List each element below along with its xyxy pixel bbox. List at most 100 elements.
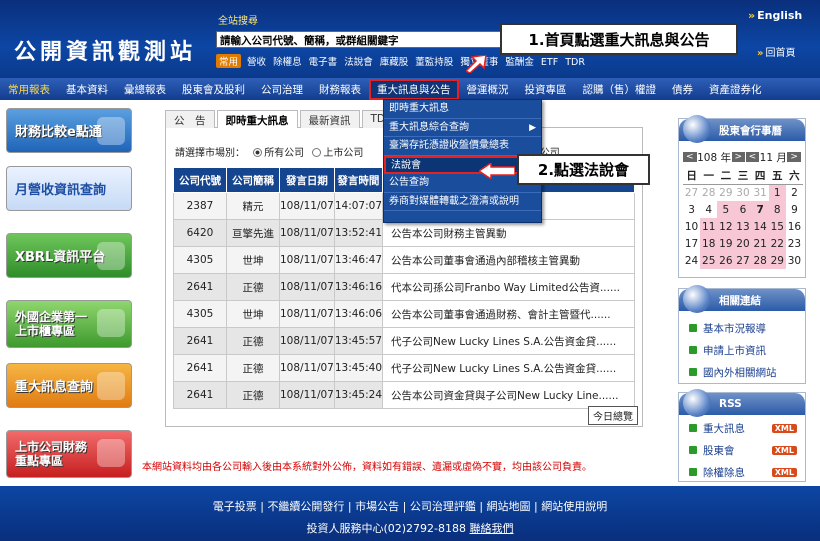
quick-link[interactable]: 營收 (247, 57, 266, 68)
prev-year-button[interactable]: < (683, 152, 697, 162)
quick-link[interactable]: ETF (541, 57, 558, 68)
table-row[interactable]: 4305 世坤 108/11/07 13:46:47 公告本公司董事會通過內部稽核主管異… (173, 246, 635, 274)
col-header: 公司代號 (173, 167, 227, 193)
calendar-day[interactable]: 6 (734, 201, 752, 218)
table-row[interactable]: 2641 正德 108/11/07 13:45:24 公告本公司資金貸與子公司New L… (173, 381, 635, 409)
subject-link[interactable]: 代子公司New Lucky Lines S.A.公告資金貸...... (382, 354, 635, 382)
nav-financial-reports[interactable]: 財務報表 (311, 82, 369, 97)
nav-operations[interactable]: 營運概況 (459, 82, 517, 97)
subject-link[interactable]: 代本公司孫公司Franbo Way Limited公告資...... (382, 273, 635, 301)
related-link[interactable]: 基本市況報導 (679, 317, 805, 339)
footer-link-sitemap[interactable]: 網站地圖 (487, 500, 531, 513)
sidebar-xbrl[interactable]: XBRL資訊平台 (6, 233, 132, 278)
quick-link[interactable]: 電子書 (309, 57, 338, 68)
quick-link[interactable]: 監酬金 (505, 57, 534, 68)
weekday: 二 (717, 167, 735, 185)
related-link[interactable]: 申請上市資訊 (679, 339, 805, 361)
calendar-day[interactable]: 14 (751, 218, 769, 235)
calendar-icon (683, 115, 711, 143)
quick-link[interactable]: 董監持股 (415, 57, 453, 68)
calendar-day[interactable]: 21 (751, 235, 769, 252)
english-link[interactable]: » English (748, 9, 802, 22)
menu-item-tdr-summary[interactable]: 臺灣存託憑證收盤價彙總表 (384, 137, 541, 156)
footer-link-discontinue[interactable]: 不繼續公開發行 (267, 500, 344, 513)
quick-link[interactable]: 除權息 (273, 57, 302, 68)
nav-corporate-governance[interactable]: 公司治理 (253, 82, 311, 97)
contact-us-link[interactable]: 聯絡我們 (470, 522, 514, 535)
sidebar-monthly-revenue[interactable]: 月營收資訊查詢 (6, 166, 132, 211)
quick-link[interactable]: TDR (565, 57, 585, 68)
calendar-day[interactable]: 28 (751, 252, 769, 269)
today-overview-button[interactable]: 今日總覽 (588, 406, 638, 425)
calendar-day[interactable]: 15 (768, 218, 786, 235)
subject-link[interactable]: 公告本公司資金貸與子公司New Lucky Line...... (382, 381, 635, 409)
tab-latest-info[interactable]: 最新資訊 (299, 110, 360, 128)
post-time: 13:46:06 (333, 300, 384, 328)
nav-common-reports[interactable]: 常用報表 (0, 82, 58, 97)
sidebar-material-query[interactable]: 重大訊息查詢 (6, 363, 132, 408)
subject-link[interactable]: 代子公司New Lucky Lines S.A.公告資金貸...... (382, 327, 635, 355)
calendar-day[interactable]: 25 (700, 252, 718, 269)
nav-basic-info[interactable]: 基本資料 (58, 82, 116, 97)
subject-link[interactable]: 公告本公司董事會通過內部稽核主管異動 (382, 246, 635, 274)
footer-link-evoting[interactable]: 電子投票 (213, 500, 257, 513)
site-logo[interactable]: 公開資訊觀測站 (14, 34, 196, 66)
table-row[interactable]: 2641 正德 108/11/07 13:45:40 代子公司New Lucky Lin… (173, 354, 635, 382)
footer-link-governance[interactable]: 公司治理評鑑 (410, 500, 476, 513)
sidebar-financial-compare[interactable]: 財務比較e點通 (6, 108, 132, 153)
quick-link[interactable]: 法說會 (344, 57, 373, 68)
calendar-day[interactable]: 27 (734, 252, 752, 269)
table-row[interactable]: 2641 正德 108/11/07 13:45:57 代子公司New Lucky Lin… (173, 327, 635, 355)
related-link[interactable]: 國內外相關網站 (679, 361, 805, 383)
rss-link[interactable]: 重大訊息 XML (679, 417, 805, 439)
tab-announcement[interactable]: 公 告 (165, 110, 215, 128)
tab-realtime-material[interactable]: 即時重大訊息 (216, 110, 298, 128)
prev-month-button[interactable]: < (745, 152, 760, 162)
calendar-day[interactable]: 13 (734, 218, 752, 235)
table-row[interactable]: 2641 正德 108/11/07 13:46:16 代本公司孫公司Franbo Way… (173, 273, 635, 301)
table-row[interactable]: 6420 亘擎先進 108/11/07 13:52:41 公告本公司財務主管異動 (173, 219, 635, 247)
calendar-day[interactable]: 18 (700, 235, 718, 252)
calendar-day[interactable]: 11 (700, 218, 718, 235)
menu-item-realtime[interactable]: 即時重大訊息 (384, 100, 541, 119)
xml-badge[interactable]: XML (771, 423, 797, 433)
radio-listed[interactable] (312, 148, 322, 157)
rss-link[interactable]: 除權除息 XML (679, 461, 805, 483)
nav-securitization[interactable]: 資產證券化 (701, 82, 770, 97)
sidebar-foreign-listing[interactable]: 外國企業第一上市櫃專區 (6, 300, 132, 348)
nav-material-info[interactable]: 重大訊息與公告 (369, 78, 459, 100)
calendar-day[interactable]: 5 (717, 201, 735, 218)
nav-bonds[interactable]: 債券 (664, 82, 701, 97)
calendar-day[interactable]: 29 (768, 252, 786, 269)
subject-link[interactable]: 公告本公司董事會通過財務、會計主管暨代...... (382, 300, 635, 328)
search-input[interactable]: 請輸入公司代號、簡稱，或群組關鍵字 (216, 31, 506, 48)
calendar-day[interactable]: 1 (768, 184, 786, 201)
radio-all[interactable] (253, 148, 263, 157)
subject-link[interactable]: 公告本公司財務主管異動 (382, 219, 635, 247)
calendar-day[interactable]: 12 (717, 218, 735, 235)
calendar-day[interactable]: 19 (717, 235, 735, 252)
rss-link[interactable]: 股東會 XML (679, 439, 805, 461)
calendar-day[interactable]: 26 (717, 252, 735, 269)
calendar-day[interactable]: 8 (768, 201, 786, 218)
menu-item-media-clarification[interactable]: 券商對媒體轉載之澄清或說明 (384, 193, 541, 211)
xml-badge[interactable]: XML (771, 467, 797, 477)
nav-shareholders-dividends[interactable]: 股東會及股利 (174, 82, 253, 97)
calendar-day[interactable]: 22 (768, 235, 786, 252)
xml-badge[interactable]: XML (771, 445, 797, 455)
table-row[interactable]: 4305 世坤 108/11/07 13:46:06 公告本公司董事會通過財務、會計主管… (173, 300, 635, 328)
nav-investment[interactable]: 投資專區 (517, 82, 575, 97)
next-month-button[interactable]: > (787, 152, 801, 162)
home-link[interactable]: » 回首頁 (757, 44, 795, 59)
calendar-day[interactable]: 7 (751, 201, 769, 218)
nav-warrants[interactable]: 認購（售）權證 (575, 82, 665, 97)
nav-summary-reports[interactable]: 彙總報表 (116, 82, 174, 97)
calendar-day[interactable]: 20 (734, 235, 752, 252)
menu-item-label: 重大訊息綜合查詢 (389, 121, 469, 133)
next-year-button[interactable]: > (731, 152, 746, 162)
footer-link-help[interactable]: 網站使用說明 (541, 500, 607, 513)
quick-link[interactable]: 庫藏股 (380, 57, 409, 68)
menu-item-composite-query[interactable]: 重大訊息綜合查詢 ▶ (384, 119, 541, 137)
sidebar-listed-financials[interactable]: 上市公司財務重點專區 (6, 430, 132, 478)
footer-link-market-notice[interactable]: 市場公告 (355, 500, 399, 513)
